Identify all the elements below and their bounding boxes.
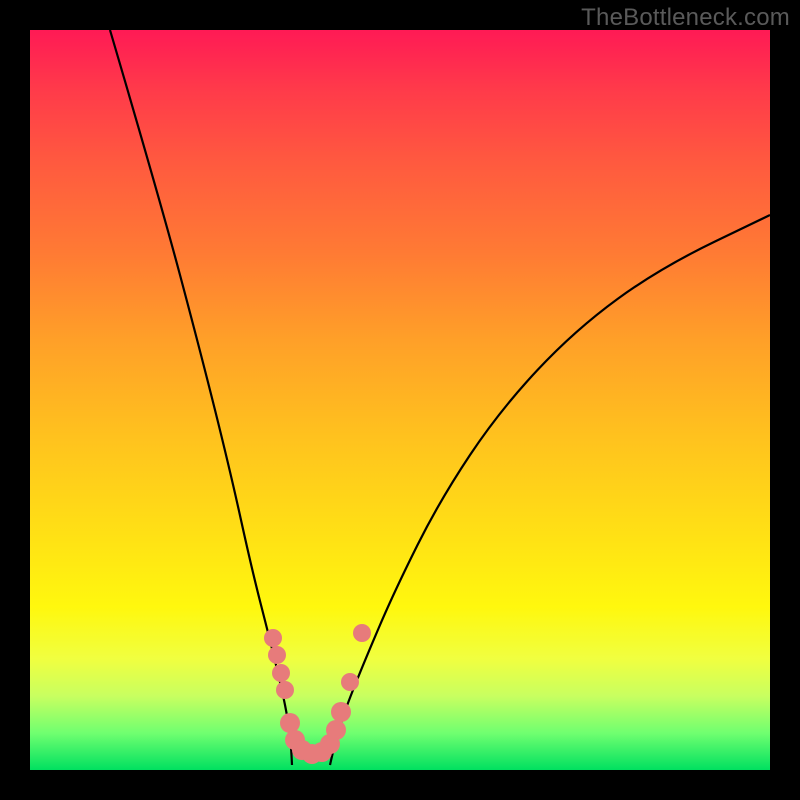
markers-group (264, 624, 371, 764)
right-curve (330, 215, 770, 765)
curve-marker (280, 713, 300, 733)
curve-marker (276, 681, 294, 699)
curve-marker (272, 664, 290, 682)
curve-marker (331, 702, 351, 722)
curve-marker (341, 673, 359, 691)
chart-frame: TheBottleneck.com (0, 0, 800, 800)
plot-area (30, 30, 770, 770)
curve-marker (264, 629, 282, 647)
left-curve (110, 30, 292, 765)
curve-marker (326, 720, 346, 740)
curves-svg (30, 30, 770, 770)
curve-marker (268, 646, 286, 664)
watermark-text: TheBottleneck.com (581, 4, 790, 32)
curve-marker (353, 624, 371, 642)
